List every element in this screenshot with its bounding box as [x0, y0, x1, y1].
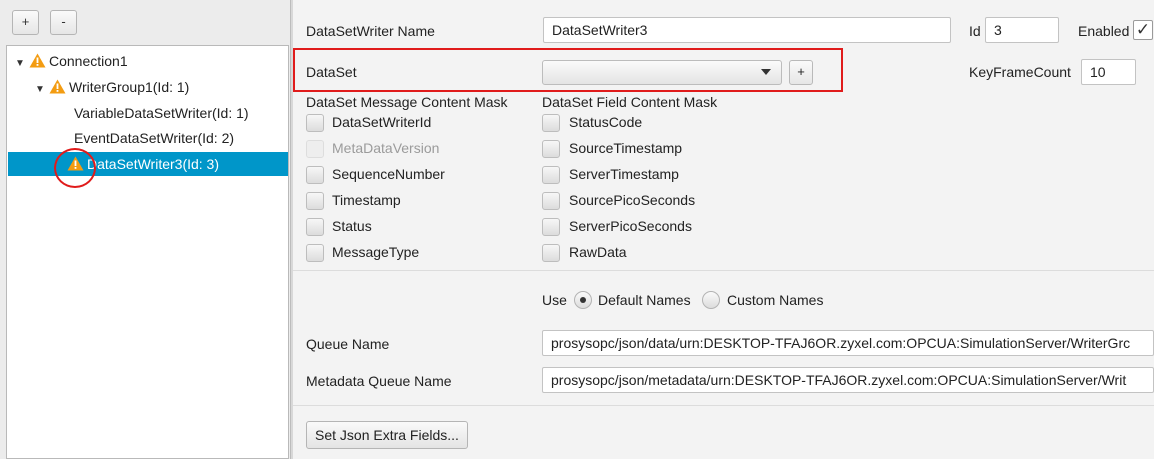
checkbox-label: MetaDataVersion — [332, 140, 440, 156]
properties-panel: DataSetWriter Name DataSetWriter3 Id 3 E… — [293, 0, 1154, 459]
tree-node-label: EventDataSetWriter(Id: 2) — [74, 130, 235, 146]
checkbox-label: RawData — [569, 244, 627, 260]
tree-node-label: VariableDataSetWriter(Id: 1) — [74, 105, 249, 121]
divider — [293, 270, 1154, 271]
expand-arrow-icon[interactable]: ▼ — [15, 53, 29, 75]
checkbox-statuscode[interactable] — [542, 114, 560, 132]
annotation-box — [293, 48, 843, 92]
checkbox-metadataversion — [306, 140, 324, 158]
use-label: Use — [542, 292, 567, 308]
metadata-queue-label: Metadata Queue Name — [306, 373, 452, 389]
checkbox-sequencenumber[interactable] — [306, 166, 324, 184]
tree-node-event-writer[interactable]: EventDataSetWriter(Id: 2) — [74, 127, 234, 149]
annotation-circle — [54, 148, 96, 188]
checkbox-sourcetimestamp[interactable] — [542, 140, 560, 158]
enabled-checkbox[interactable]: ✓ — [1133, 20, 1153, 40]
checkbox-servertimestamp[interactable] — [542, 166, 560, 184]
field-mask-label: DataSet Field Content Mask — [542, 94, 718, 110]
checkbox-timestamp[interactable] — [306, 192, 324, 210]
queue-name-label: Queue Name — [306, 336, 390, 352]
default-names-radio[interactable] — [574, 291, 592, 309]
checkbox-label: StatusCode — [569, 114, 643, 130]
checkbox-label: SourceTimestamp — [569, 140, 683, 156]
checkbox-status[interactable] — [306, 218, 324, 236]
checkbox-label: ServerPicoSeconds — [569, 218, 692, 234]
checkbox-rawdata[interactable] — [542, 244, 560, 262]
checkbox-label: Timestamp — [332, 192, 401, 208]
id-input[interactable]: 3 — [985, 17, 1059, 43]
divider — [293, 405, 1154, 406]
checkbox-sourcepicoseconds[interactable] — [542, 192, 560, 210]
radio-dot-icon — [580, 297, 586, 303]
message-mask-label: DataSet Message Content Mask — [306, 94, 508, 110]
custom-names-label: Custom Names — [727, 292, 824, 308]
checkbox-label: Status — [332, 218, 372, 234]
tree-node-connection[interactable]: ▼ Connection1 — [15, 50, 128, 72]
remove-button[interactable]: - — [50, 10, 77, 35]
enabled-label: Enabled — [1078, 23, 1130, 39]
expand-arrow-icon[interactable]: ▼ — [35, 79, 49, 101]
checkbox-label: SourcePicoSeconds — [569, 192, 696, 208]
checkbox-label: DataSetWriterId — [332, 114, 432, 130]
checkbox-serverpicoseconds[interactable] — [542, 218, 560, 236]
checkbox-label: SequenceNumber — [332, 166, 445, 182]
checkbox-label: MessageType — [332, 244, 420, 260]
tree-node-variable-writer[interactable]: VariableDataSetWriter(Id: 1) — [74, 102, 249, 124]
default-names-label: Default Names — [598, 292, 691, 308]
tree-node-label: Connection1 — [49, 53, 128, 69]
tree-node-writer-group[interactable]: ▼ WriterGroup1(Id: 1) — [35, 76, 189, 98]
tree-panel: + - ▼ Connection1 ▼ WriterGroup1(Id: 1) Va… — [0, 0, 290, 459]
queue-name-input[interactable]: prosysopc/json/data/urn:DESKTOP-TFAJ6OR.… — [542, 330, 1154, 356]
custom-names-radio[interactable] — [702, 291, 720, 309]
keyframe-input[interactable]: 10 — [1081, 59, 1136, 85]
warning-icon — [29, 53, 46, 68]
connection-tree[interactable]: ▼ Connection1 ▼ WriterGroup1(Id: 1) Variab… — [6, 45, 289, 459]
tree-node-label: WriterGroup1(Id: 1) — [69, 79, 190, 95]
keyframe-label: KeyFrameCount — [969, 64, 1071, 80]
metadata-queue-input[interactable]: prosysopc/json/metadata/urn:DESKTOP-TFAJ… — [542, 367, 1154, 393]
add-button[interactable]: + — [12, 10, 39, 35]
checkbox-messagetype[interactable] — [306, 244, 324, 262]
set-json-extra-fields-button[interactable]: Set Json Extra Fields... — [306, 421, 468, 449]
writer-name-input[interactable]: DataSetWriter3 — [543, 17, 951, 43]
checkbox-datasetwriterid[interactable] — [306, 114, 324, 132]
writer-name-label: DataSetWriter Name — [306, 23, 435, 39]
id-label: Id — [969, 23, 981, 39]
warning-icon — [49, 79, 66, 94]
tree-node-label: DataSetWriter3(Id: 3) — [87, 156, 220, 172]
checkbox-label: ServerTimestamp — [569, 166, 679, 182]
